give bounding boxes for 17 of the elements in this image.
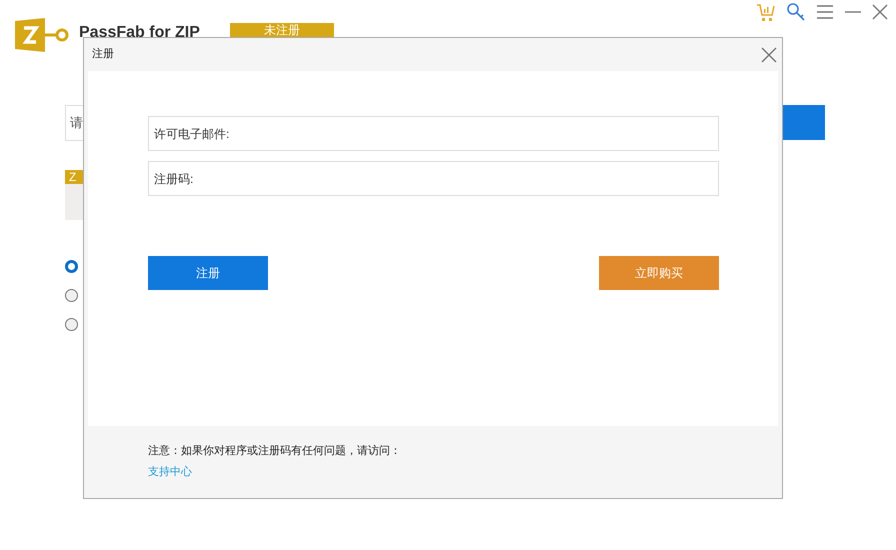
menu-icon[interactable] bbox=[816, 4, 834, 20]
radio-button[interactable] bbox=[65, 318, 78, 331]
close-icon[interactable] bbox=[872, 4, 888, 20]
register-button[interactable]: 注册 bbox=[148, 256, 268, 290]
radio-button[interactable] bbox=[65, 260, 78, 273]
note-text: 注意：如果你对程序或注册码有任何问题，请访问： bbox=[148, 444, 402, 459]
logo-icon bbox=[15, 18, 71, 52]
radio-button[interactable] bbox=[65, 289, 78, 302]
minimize-icon[interactable] bbox=[844, 10, 862, 14]
close-icon[interactable] bbox=[761, 46, 777, 62]
support-link[interactable]: 支持中心 bbox=[148, 464, 782, 480]
dialog-title: 注册 bbox=[92, 46, 114, 62]
app-title: PassFab for ZIP bbox=[79, 25, 200, 41]
buy-button[interactable]: 立即购买 bbox=[599, 256, 719, 290]
unregistered-badge: 未注册 bbox=[230, 23, 334, 37]
text-field[interactable]: 许可电子邮件: bbox=[148, 116, 719, 151]
text-field[interactable]: 注册码: bbox=[148, 161, 719, 196]
